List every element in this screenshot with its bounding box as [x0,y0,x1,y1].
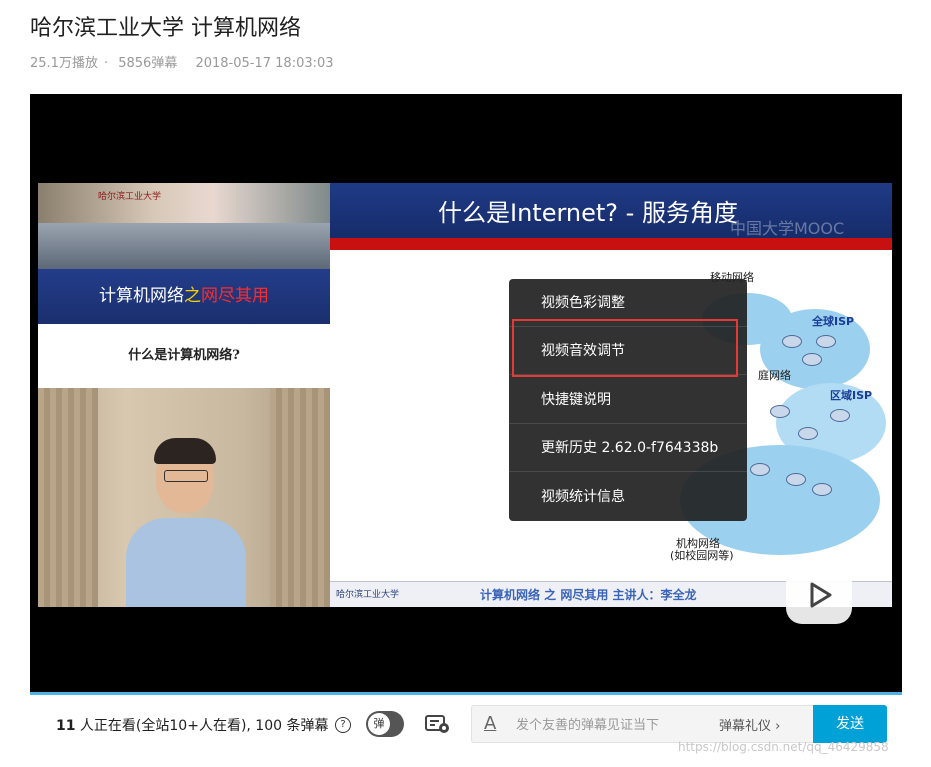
danmaku-toggle-label: 弹 [368,713,390,735]
viewer-text: 人正在看(全站10+人在看), 100 条弹幕 [75,718,329,734]
play-count: 25.1万播放 [30,56,98,71]
lecturer-video [38,388,330,607]
footer-university-logo: 哈尔滨工业大学 [336,590,400,600]
menu-item-stats[interactable]: 视频统计信息 [509,473,747,521]
footer-course-text: 计算机网络 之 网尽其用 主讲人：李全龙 [480,588,697,602]
play-button[interactable] [786,566,852,624]
menu-item-update-history[interactable]: 更新历史 2.62.0-f764338b [509,424,747,472]
menu-item-shortcuts[interactable]: 快捷键说明 [509,376,747,424]
danmaku-etiquette-link[interactable]: 弹幕礼仪 › [719,715,780,734]
player-context-menu: 视频色彩调整 视频音效调节 快捷键说明 更新历史 2.62.0-f764338b… [509,279,747,521]
highlight-box [512,319,738,377]
label-campus-network: (如校园网等) [670,549,734,562]
help-icon[interactable]: ? [335,717,351,733]
meta-separator: · [103,56,109,71]
campus-banner: 哈尔滨工业大学 [38,183,330,223]
lecture-left-panel: 哈尔滨工业大学 计算机网络之网尽其用 什么是计算机网络? [38,183,330,607]
publish-date: 2018-05-17 18:03:03 [195,56,334,71]
font-style-icon[interactable]: A [484,713,496,734]
danmaku-send-box: A 弹幕礼仪 › 发送 [471,705,887,743]
label-global-isp: 全球ISP [812,315,855,328]
gears-banner [38,223,330,269]
label-regional-isp: 区域ISP [830,389,873,402]
mooc-watermark: 中国大学MOOC [730,219,845,238]
video-meta: 25.1万播放 · 5856弹幕 2018-05-17 18:03:03 [30,52,340,71]
course-band: 计算机网络之网尽其用 [38,269,330,324]
page-watermark: https://blog.csdn.net/qq_46429858 [678,740,889,754]
lecture-subtitle: 什么是计算机网络? [38,324,330,388]
slide-header: 什么是Internet? - 服务角度 中国大学MOOC [330,183,892,238]
video-frame: 哈尔滨工业大学 计算机网络之网尽其用 什么是计算机网络? 什么是Internet… [38,183,892,607]
video-title: 哈尔滨工业大学 计算机网络 [30,16,301,41]
danmaku-count: 5856弹幕 [118,56,178,71]
play-icon [810,582,832,608]
university-logo: 哈尔滨工业大学 [98,192,162,202]
slide-title: 什么是Internet? - 服务角度 [438,199,738,227]
video-player[interactable]: 哈尔滨工业大学 计算机网络之网尽其用 什么是计算机网络? 什么是Internet… [30,94,902,692]
lecturer-body [126,518,246,607]
danmaku-input[interactable] [514,714,708,736]
viewer-info: 11 人正在看(全站10+人在看), 100 条弹幕 [56,715,328,735]
label-home-network: 庭网络 [758,369,791,382]
viewer-count: 11 [56,718,76,734]
danmaku-toggle[interactable]: 弹 [366,711,404,737]
send-button[interactable]: 发送 [813,705,887,743]
danmaku-settings-icon[interactable] [425,714,451,734]
